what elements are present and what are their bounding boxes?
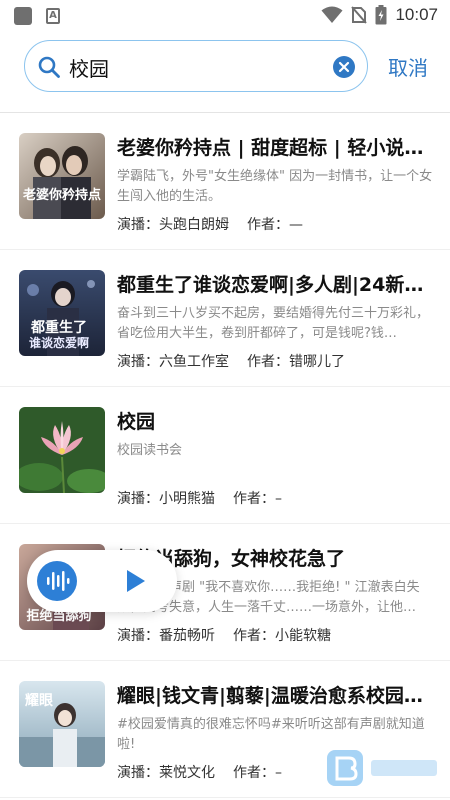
author-name: – [275,765,282,781]
author-label: 作者： [233,491,275,507]
narrator-name: 小明熊猫 [159,491,215,507]
cover-image [19,407,105,493]
item-meta: 演播：头跑白朗姆 作者：— [117,214,303,234]
author-name: 错哪儿了 [289,354,345,370]
item-title: 都重生了谁谈恋爱啊|多人剧|24新… [117,274,424,296]
author-name: – [275,491,282,507]
narrator-label: 演播： [117,217,159,233]
cover-image: 老婆你矜持点 [19,133,105,219]
status-time: 10:07 [395,5,438,24]
item-title: 老婆你矜持点 | 甜度超标 | 轻小说&… [117,137,435,159]
narrator-name: 六鱼工作室 [159,354,229,370]
mini-player[interactable] [27,550,177,612]
author-name: — [289,217,303,233]
cover-image: 都重生了 谁谈恋爱啊 [19,270,105,356]
item-title: 校园 [117,411,156,433]
narrator-label: 演播： [117,765,159,781]
search-query: 校园 [69,57,109,81]
cancel-button[interactable]: 取消 [388,52,428,81]
item-description: 校园读书会 [117,443,183,458]
narrator-name: 头跑白朗姆 [159,217,229,233]
svg-text:都重生了: 都重生了 [30,319,87,336]
no-sim-icon [351,6,368,24]
cover-image: 耀眼 [19,681,105,767]
search-input[interactable]: 校园 [24,40,368,92]
narrator-label: 演播： [117,491,159,507]
item-meta: 演播：莱悦文化 作者：– [117,762,282,782]
battery-icon [375,5,387,25]
search-icon [38,56,60,78]
clear-icon[interactable] [333,56,355,78]
list-item[interactable]: 都重生了 谁谈恋爱啊 都重生了谁谈恋爱啊|多人剧|24新… 奋斗到三十八岁买不起… [0,250,450,387]
item-meta: 演播：番茄畅听 作者：小能软糖 [117,625,331,645]
play-icon[interactable] [122,568,148,594]
svg-text:老婆你矜持点: 老婆你矜持点 [22,187,101,203]
wifi-icon [321,6,343,23]
app-notification-icon [14,7,32,25]
author-name: 小能软糖 [275,628,331,644]
keyboard-a-icon: A [46,8,60,24]
svg-text:谁谈恋爱啊: 谁谈恋爱啊 [29,335,89,350]
audio-wave-icon[interactable] [37,561,77,601]
narrator-label: 演播： [117,354,159,370]
item-description: 学霸陆飞，外号"女生绝缘体" 因为一封情书，让一个女生闯入他的生活。 [117,169,433,204]
narrator-name: 莱悦文化 [159,765,215,781]
list-item[interactable]: 校园 校园读书会 演播：小明熊猫 作者：– [0,387,450,524]
author-label: 作者： [247,217,289,233]
app-watermark-logo [327,750,437,786]
narrator-name: 番茄畅听 [159,628,215,644]
narrator-label: 演播： [117,628,159,644]
list-item[interactable]: 老婆你矜持点 老婆你矜持点 | 甜度超标 | 轻小说&… 学霸陆飞，外号"女生绝… [0,113,450,250]
item-meta: 演播：小明熊猫 作者：– [117,488,282,508]
item-title: 耀眼|钱文青|翦藜|温暖治愈系校园… [117,685,423,707]
item-description: 奋斗到三十八岁买不起房，要结婚得先付三十万彩礼，省吃俭用大半生，卷到肝都碎了，可… [117,306,430,341]
svg-text:耀眼: 耀眼 [25,693,53,709]
status-bar: A 10:07 [0,0,450,30]
author-label: 作者： [233,765,275,781]
item-meta: 演播：六鱼工作室 作者：错哪儿了 [117,351,345,371]
author-label: 作者： [247,354,289,370]
author-label: 作者： [233,628,275,644]
search-row: 校园 取消 [0,36,450,100]
results-list: 老婆你矜持点 老婆你矜持点 | 甜度超标 | 轻小说&… 学霸陆飞，外号"女生绝… [0,113,450,798]
